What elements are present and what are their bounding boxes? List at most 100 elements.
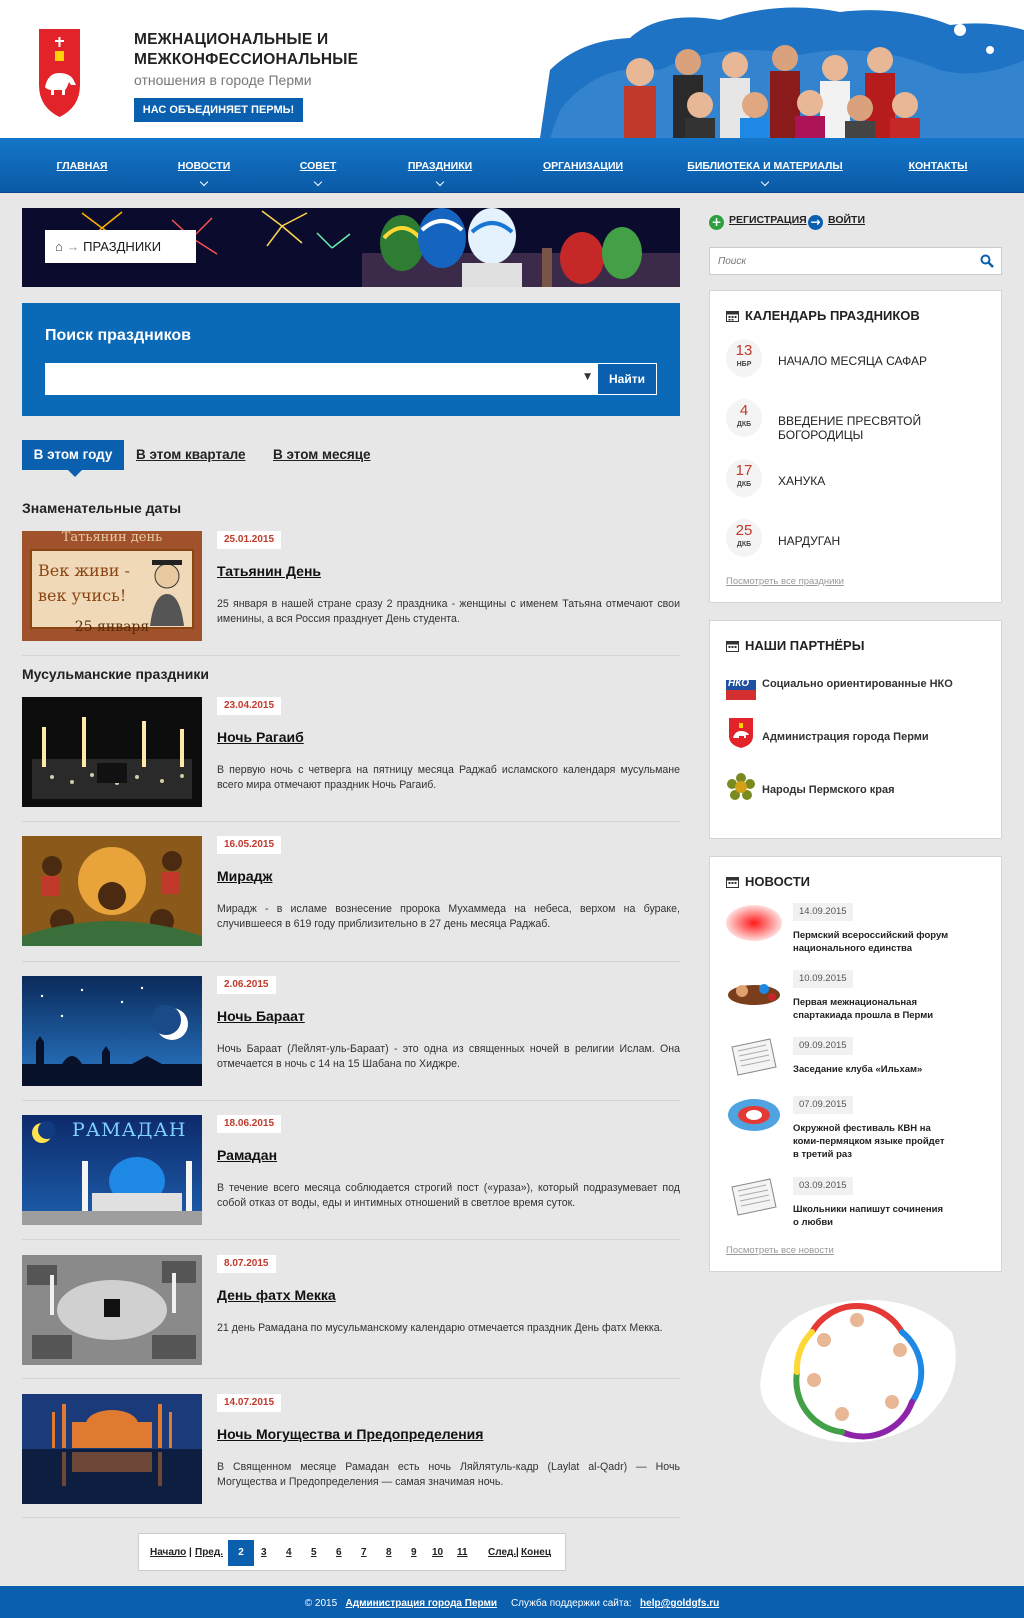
calendar-icon xyxy=(726,311,739,322)
item-date: 18.06.2015 xyxy=(217,1115,282,1133)
partner-link[interactable]: Администрация города Перми xyxy=(762,731,929,743)
divider xyxy=(22,961,680,962)
nav-item-home[interactable]: ГЛАВНАЯ xyxy=(57,160,108,172)
nav-item-council[interactable]: СОВЕТ xyxy=(300,160,337,172)
news-title-link[interactable]: Школьники напишут сочинения о любви xyxy=(793,1203,963,1229)
item-image[interactable] xyxy=(22,1394,202,1504)
pager-page[interactable]: 8 xyxy=(386,1547,392,1558)
calendar-date-badge: 13 НБР xyxy=(726,339,762,377)
calendar-event-link[interactable]: ХАНУКА xyxy=(778,474,825,488)
news-title-link[interactable]: Заседание клуба «Ильхам» xyxy=(793,1063,963,1076)
support-label: Служба поддержки сайта: xyxy=(510,1598,632,1609)
item-image[interactable] xyxy=(22,836,202,946)
item-description: 21 день Рамадана по мусульманскому кален… xyxy=(217,1322,663,1334)
nav-item-news[interactable]: НОВОСТИ xyxy=(178,160,231,172)
login-link[interactable]: ВОЙТИ xyxy=(828,214,865,226)
perm-coat-of-arms-icon[interactable] xyxy=(37,29,82,117)
search-icon[interactable] xyxy=(980,254,994,268)
nav-item-holidays[interactable]: ПРАЗДНИКИ xyxy=(408,160,472,172)
dropdown-arrow-icon[interactable]: ▼ xyxy=(584,372,591,382)
pager-page[interactable]: 11 xyxy=(457,1547,468,1558)
tab-this-year[interactable]: В этом году xyxy=(22,440,124,477)
nav-item-contacts[interactable]: КОНТАКТЫ xyxy=(909,160,968,172)
calendar-date-badge: 25 ДКБ xyxy=(726,519,762,557)
pager-current-page[interactable]: 2 xyxy=(228,1540,254,1566)
calendar-date-badge: 4 ДКБ xyxy=(726,399,762,437)
news-title-link[interactable]: Окружной фестиваль КВН на коми-пермяцком … xyxy=(793,1122,963,1161)
item-title-link[interactable]: Ночь Могущества и Предопределения xyxy=(217,1426,483,1442)
partner-link[interactable]: Социально ориентированные НКО xyxy=(762,678,953,690)
flower-emblem-icon[interactable] xyxy=(726,772,756,802)
partners-card: НАШИ ПАРТНЁРЫ НКО Социально ориентирован… xyxy=(709,620,1002,839)
item-title-link[interactable]: День фатх Мекка xyxy=(217,1287,336,1303)
item-image[interactable] xyxy=(22,976,202,1086)
news-title-link[interactable]: Первая межнациональная спартакиада прошла… xyxy=(793,996,963,1022)
all-holidays-link[interactable]: Посмотреть все праздники xyxy=(726,576,844,587)
item-title-link[interactable]: Ночь Бараат xyxy=(217,1008,305,1024)
news-title-link[interactable]: Пермский всероссийский форум национальног… xyxy=(793,929,963,955)
register-link[interactable]: РЕГИСТРАЦИЯ xyxy=(729,214,807,226)
pager-prev[interactable]: Пред. xyxy=(195,1547,223,1558)
pager-page[interactable]: 5 xyxy=(311,1547,317,1558)
pager-next[interactable]: След. xyxy=(488,1547,516,1558)
news-thumbnail[interactable] xyxy=(726,902,782,944)
arrow-right-circle-icon[interactable]: → xyxy=(808,215,823,230)
item-title-link[interactable]: Рамадан xyxy=(217,1147,277,1163)
item-image[interactable] xyxy=(22,1255,202,1365)
chevron-down-icon[interactable] xyxy=(313,177,323,187)
plus-circle-icon[interactable]: + xyxy=(709,215,724,230)
nav-item-library[interactable]: БИБЛИОТЕКА И МАТЕРИАЛЫ xyxy=(687,160,842,172)
calendar-event-link[interactable]: НАЧАЛО МЕСЯЦА САФАР xyxy=(778,354,927,368)
chevron-down-icon[interactable] xyxy=(435,177,445,187)
item-description: В первую ночь с четверга на пятницу меся… xyxy=(217,764,680,791)
news-thumbnail[interactable] xyxy=(726,1094,782,1136)
pager-last[interactable]: Конец xyxy=(521,1547,551,1558)
home-icon[interactable]: ⌂ xyxy=(55,239,63,254)
perm-coat-of-arms-icon[interactable] xyxy=(726,718,756,748)
search-select[interactable]: ▼ xyxy=(45,363,597,395)
newspaper-icon[interactable] xyxy=(726,1035,782,1077)
news-thumbnail[interactable] xyxy=(726,969,782,1011)
calendar-event-link[interactable]: ВВЕДЕНИЕ ПРЕСВЯТОЙ БОГОРОДИЦЫ xyxy=(778,414,1001,442)
tab-this-quarter[interactable]: В этом квартале xyxy=(136,440,246,470)
chevron-down-icon[interactable] xyxy=(760,177,770,187)
pager-page[interactable]: 10 xyxy=(432,1547,443,1558)
divider xyxy=(22,655,680,656)
newspaper-icon[interactable] xyxy=(726,1175,782,1217)
pager-page[interactable]: 9 xyxy=(411,1547,417,1558)
nko-logo-icon[interactable]: НКО xyxy=(726,670,756,700)
list-item: 2.06.2015 Ночь Бараат Ночь Бараат (Лейля… xyxy=(22,976,680,1086)
header-map-with-people-image xyxy=(540,7,1024,138)
partner-link[interactable]: Народы Пермского края xyxy=(762,784,895,796)
item-image[interactable]: Татьянин день Век живи - век учись! 25 я… xyxy=(22,531,202,641)
list-item: 23.04.2015 Ночь Рагаиб В первую ночь с ч… xyxy=(22,697,680,807)
holiday-calendar-card: КАЛЕНДАРЬ ПРАЗДНИКОВ 13 НБР НАЧАЛО МЕСЯЦА… xyxy=(709,290,1002,603)
support-email-link[interactable]: help@goldgfs.ru xyxy=(640,1598,719,1609)
divider xyxy=(22,821,680,822)
pager-page[interactable]: 6 xyxy=(336,1547,342,1558)
search-submit-button[interactable]: Найти xyxy=(597,363,657,395)
tab-this-month[interactable]: В этом месяце xyxy=(273,440,371,470)
sidebar-search-input[interactable] xyxy=(709,247,1002,275)
item-description: Ночь Бараат (Лейлят-уль-Бараат) - это од… xyxy=(217,1043,680,1070)
pager-page[interactable]: 7 xyxy=(361,1547,367,1558)
pager-page[interactable]: 3 xyxy=(261,1547,267,1558)
calendar-event-link[interactable]: НАРДУГАН xyxy=(778,534,840,548)
pager-page[interactable]: 4 xyxy=(286,1547,292,1558)
item-title-link[interactable]: Мирадж xyxy=(217,868,272,884)
pager-first[interactable]: Начало xyxy=(150,1547,186,1558)
student-figure-icon xyxy=(150,560,184,626)
nav-item-organizations[interactable]: ОРГАНИЗАЦИИ xyxy=(543,160,623,172)
news-title: НОВОСТИ xyxy=(745,874,811,889)
all-news-link[interactable]: Посмотреть все новости xyxy=(726,1245,834,1256)
divider xyxy=(22,1378,680,1379)
search-title: Поиск праздников xyxy=(45,327,192,344)
chevron-down-icon[interactable] xyxy=(199,177,209,187)
item-image[interactable]: РАМАДАН xyxy=(22,1115,202,1225)
item-image[interactable] xyxy=(22,697,202,807)
news-date: 14.09.2015 xyxy=(793,903,853,921)
admin-link[interactable]: Администрация города Перми xyxy=(346,1598,498,1609)
item-title-link[interactable]: Ночь Рагаиб xyxy=(217,729,304,745)
item-title-link[interactable]: Татьянин День xyxy=(217,563,321,579)
slogan-button[interactable]: НАС ОБЪЕДИНЯЕТ ПЕРМЬ! xyxy=(134,98,303,122)
